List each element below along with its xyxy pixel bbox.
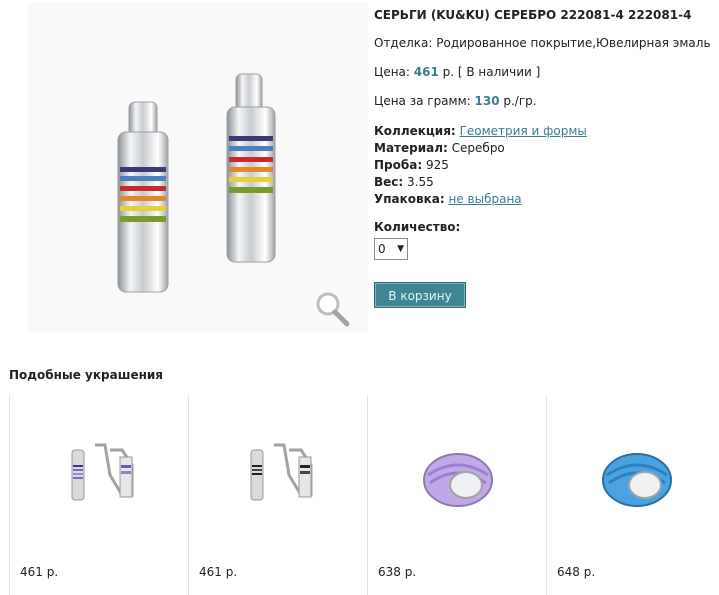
collection-link[interactable]: Геометрия и формы: [460, 124, 587, 138]
similar-item[interactable]: 461 р.: [9, 395, 188, 595]
product-attributes: Коллекция: Геометрия и формы Материал: С…: [374, 123, 587, 208]
product-finish: Отделка: Родированное покрытие,Ювелирная…: [374, 36, 711, 50]
similar-item-price: 638 р.: [378, 565, 417, 579]
attr-label: Упаковка:: [374, 192, 445, 206]
attr-packaging: Упаковка: не выбрана: [374, 191, 587, 208]
price-value: 461: [413, 65, 439, 79]
add-to-cart-button[interactable]: В корзину: [374, 282, 466, 308]
price-line: Цена: 461 р. [ В наличии ]: [374, 65, 540, 79]
attr-probe: Проба: 925: [374, 157, 587, 174]
price-label: Цена:: [374, 65, 414, 79]
ppg-label: Цена за грамм:: [374, 94, 475, 108]
attr-value: Серебро: [451, 141, 505, 155]
magnifier-icon[interactable]: [313, 290, 353, 330]
similar-item[interactable]: 638 р.: [367, 395, 546, 595]
attr-label: Материал:: [374, 141, 448, 155]
chevron-down-icon: ▼: [397, 244, 404, 254]
earrings-rainbow-image: [71, 443, 134, 501]
earring-right-graphic: [226, 73, 276, 263]
price-per-gram-line: Цена за грамм: 130 р./гр.: [374, 94, 537, 108]
ppg-unit: р./гр.: [499, 94, 537, 108]
attr-material: Материал: Серебро: [374, 140, 587, 157]
attr-weight: Вес: 3.55: [374, 174, 587, 191]
ring-lilac-image: [423, 453, 493, 507]
earring-left-graphic: [117, 101, 169, 293]
quantity-select[interactable]: 0 ▼: [374, 238, 408, 260]
similar-item-price: 461 р.: [20, 565, 59, 579]
quantity-value: 0: [378, 242, 386, 256]
attr-label: Коллекция:: [374, 124, 456, 138]
ring-blue-image: [602, 453, 672, 507]
similar-item-price: 648 р.: [557, 565, 596, 579]
quantity-label: Количество:: [374, 220, 461, 234]
similar-title: Подобные украшения: [9, 368, 164, 382]
product-title: СЕРЬГИ (KU&KU) СЕРЕБРО 222081-4 222081-4: [374, 8, 692, 22]
ppg-value: 130: [474, 94, 500, 108]
product-image[interactable]: [28, 2, 368, 332]
attr-collection: Коллекция: Геометрия и формы: [374, 123, 587, 140]
attr-value: 3.55: [407, 175, 434, 189]
price-stock: р. [ В наличии ]: [438, 65, 541, 79]
similar-item-price: 461 р.: [199, 565, 238, 579]
similar-item[interactable]: 648 р.: [546, 395, 719, 595]
attr-label: Вес:: [374, 175, 404, 189]
attr-value: 925: [425, 158, 449, 172]
earrings-black-image: [250, 443, 313, 501]
similar-item[interactable]: 461 р.: [188, 395, 367, 595]
similar-products: 461 р. 461 р. 638 р. 648 р.: [9, 395, 719, 595]
packaging-link[interactable]: не выбрана: [449, 192, 522, 206]
attr-label: Проба:: [374, 158, 423, 172]
